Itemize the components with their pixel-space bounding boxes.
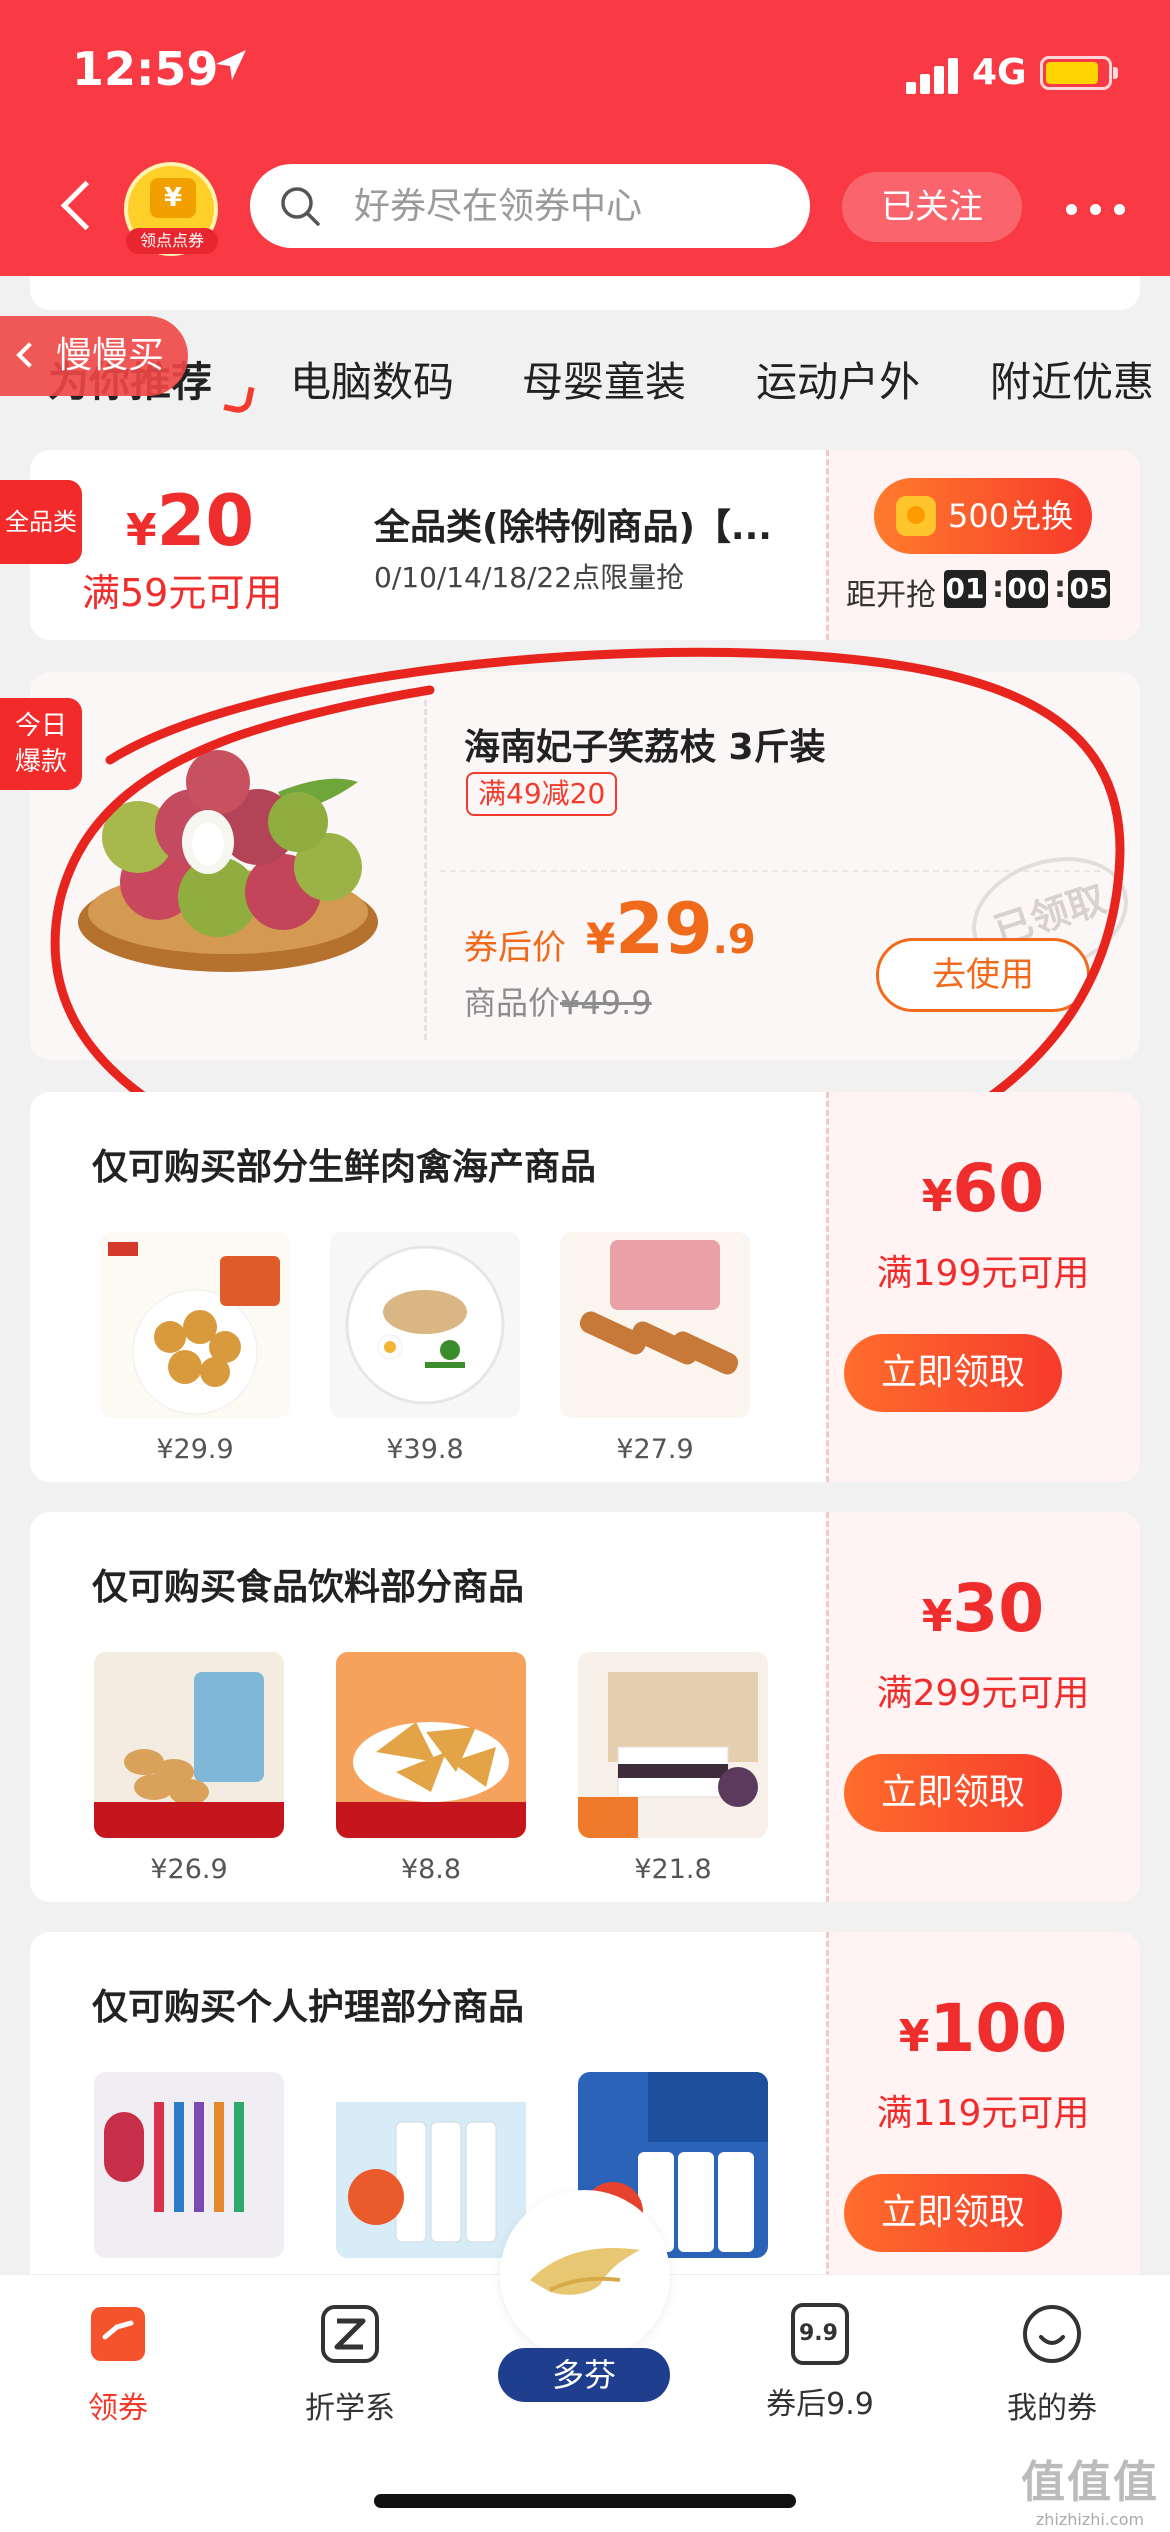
coupon-card-title: 仅可购买个人护理部分商品 [92, 1987, 525, 2028]
z-icon [321, 2305, 379, 2363]
product-image [336, 2072, 526, 2258]
featured-separator [440, 870, 1100, 872]
location-arrow-icon [216, 50, 246, 80]
product-image [94, 1652, 284, 1838]
coupon-card-title: 仅可购买部分生鲜肉禽海产商品 [92, 1147, 597, 1188]
product-price: ¥29.9 [156, 1434, 234, 1465]
product-price: ¥21.8 [634, 1854, 712, 1885]
all-category-badge: 全品类 [0, 480, 82, 564]
countdown-hours: 01 [944, 570, 986, 608]
header: 12:59 4G ¥ 领点点券 已关注 [0, 0, 1170, 276]
product-item[interactable]: ¥27.9 [560, 1232, 750, 1465]
coupon-center-page: 12:59 4G ¥ 领点点券 已关注 [0, 0, 1170, 2532]
search-input[interactable] [354, 178, 774, 234]
product-image [336, 1652, 526, 1838]
tab-sports-outdoor[interactable]: 运动户外 [756, 348, 920, 408]
coin-icon [896, 496, 936, 536]
smile-icon [1023, 2305, 1081, 2363]
shop-logo-label: 领点点券 [126, 228, 218, 254]
coupon-subtitle: 0/10/14/18/22点限量抢 [374, 561, 685, 594]
product-image [100, 1232, 290, 1418]
product-item[interactable]: ¥26.9 [94, 1652, 284, 1885]
claim-button[interactable]: 立即领取 [844, 2174, 1062, 2252]
dove-label[interactable]: 多芬 [498, 2348, 670, 2402]
network-label: 4G [972, 52, 1027, 93]
coupon-amount: ¥20 [126, 480, 255, 562]
more-icon[interactable] [1056, 184, 1136, 234]
product-price: ¥39.8 [386, 1434, 464, 1465]
nav-item-after-coupon-9-9[interactable]: 9.9 券后9.9 [730, 2303, 910, 2423]
coupon-card-food-drink[interactable]: 仅可购买食品饮料部分商品 ¥26.9 ¥8.8 ¥21.8 ¥30 满299元可… [30, 1512, 1140, 1902]
original-price: 商品价¥49.9 [464, 984, 652, 1022]
dove-center-button[interactable] [500, 2190, 670, 2360]
after-coupon-price-label: 券后价 [464, 928, 566, 968]
coupon-card-title: 仅可购买食品饮料部分商品 [92, 1567, 525, 1608]
product-item[interactable] [94, 2072, 284, 2274]
claim-button[interactable]: 立即领取 [844, 1754, 1062, 1832]
coupon-condition: 满59元可用 [82, 571, 283, 615]
use-coupon-button[interactable]: 去使用 [876, 938, 1090, 1012]
home-indicator [374, 2494, 796, 2508]
slow-buy-label: 慢慢买 [56, 335, 165, 376]
follow-button[interactable]: 已关注 [842, 172, 1022, 242]
countdown-label: 距开抢 [846, 578, 936, 613]
claim-button[interactable]: 立即领取 [844, 1334, 1062, 1412]
exchange-label: 500兑换 [948, 497, 1074, 535]
coupon-condition: 满299元可用 [876, 1673, 1090, 1714]
exchange-button[interactable]: 500兑换 [874, 478, 1092, 554]
product-item[interactable]: ¥21.8 [578, 1652, 768, 1885]
coupon-title: 全品类(除特例商品)【... [374, 507, 772, 548]
shop-logo[interactable]: ¥ 领点点券 [124, 162, 218, 256]
nav-item-zhexuexi[interactable]: 折学系 [260, 2303, 440, 2427]
product-item[interactable]: ¥39.8 [330, 1232, 520, 1465]
nav-label: 券后9.9 [766, 2387, 874, 2422]
nav-label: 领券 [88, 2391, 148, 2426]
search-icon [281, 187, 320, 226]
coupon-amount: ¥60 [921, 1150, 1045, 1227]
tab-mother-baby[interactable]: 母婴童装 [522, 348, 686, 408]
product-item[interactable]: ¥8.8 [336, 1652, 526, 1885]
signal-icon [906, 56, 960, 94]
slow-buy-button[interactable]: 慢慢买 [0, 316, 188, 396]
product-price: ¥27.9 [616, 1434, 694, 1465]
watermark: 值值值 zhizhizhi.com [1021, 2457, 1159, 2529]
coupon-icon [91, 2307, 145, 2361]
status-bar: 12:59 4G [0, 0, 1170, 140]
nav-label: 我的券 [1007, 2391, 1097, 2426]
product-image [94, 2072, 284, 2258]
nav-label: 折学系 [305, 2391, 395, 2426]
nav-item-my-coupons[interactable]: 我的券 [962, 2303, 1142, 2427]
after-coupon-price: ¥29.9 [586, 888, 756, 970]
nav-item-coupons[interactable]: 领券 [28, 2303, 208, 2427]
battery-icon [1040, 56, 1118, 90]
countdown-seconds: 05 [1068, 570, 1110, 608]
banner-strip [30, 276, 1140, 310]
nine-nine-icon: 9.9 [791, 2303, 849, 2365]
tab-nearby-deals[interactable]: 附近优惠 [990, 348, 1154, 408]
product-price: ¥8.8 [400, 1854, 462, 1885]
product-price: ¥26.9 [150, 1854, 228, 1885]
product-image [578, 1652, 768, 1838]
coin-icon: ¥ [150, 178, 196, 218]
coupon-condition: 满119元可用 [876, 2093, 1090, 2134]
featured-title: 海南妃子笑荔枝 3斤装 [464, 727, 826, 768]
dove-icon [530, 2248, 640, 2295]
search-bar[interactable] [250, 164, 810, 248]
product-image [330, 1232, 520, 1418]
product-image [560, 1232, 750, 1418]
coupon-amount: ¥30 [921, 1570, 1045, 1647]
tab-computer-digital[interactable]: 电脑数码 [290, 348, 454, 408]
coupon-card-fresh-meat[interactable]: 仅可购买部分生鲜肉禽海产商品 ¥29.9 ¥39.8 ¥27.9 ¥60 满19… [30, 1092, 1140, 1482]
back-button[interactable] [50, 172, 100, 242]
product-item[interactable]: ¥29.9 [100, 1232, 290, 1465]
discount-tag: 满49减20 [466, 772, 618, 816]
coupon-amount: ¥100 [898, 1990, 1068, 2067]
featured-divider [424, 700, 427, 1040]
lychee-product-image [78, 750, 378, 972]
product-item[interactable] [336, 2072, 526, 2274]
coupon-condition: 满199元可用 [876, 1253, 1090, 1294]
countdown-minutes: 00 [1006, 570, 1048, 608]
chevron-left-icon [16, 342, 42, 368]
status-time: 12:59 [72, 42, 219, 96]
